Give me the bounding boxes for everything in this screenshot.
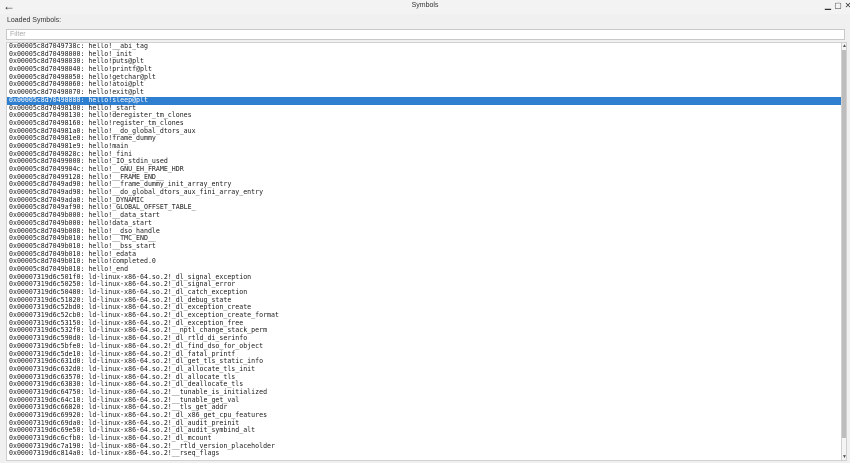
scrollbar-thumb[interactable]	[842, 50, 846, 438]
filter-input[interactable]	[6, 29, 845, 40]
symbol-row[interactable]: 0x00005c8d7049b010: hello!completed.0	[7, 258, 841, 266]
vertical-scrollbar[interactable]: ▲ ▼	[841, 42, 847, 461]
minimize-icon[interactable]: ▁	[823, 0, 833, 12]
symbol-list[interactable]: 0x00005c8d7049738c: hello!__abi_tag 0x000…	[6, 42, 841, 461]
symbol-row[interactable]: 0x00007319d6c814a0: ld-linux-x86-64.so.2…	[7, 450, 841, 458]
symbol-row[interactable]: 0x00005c8d7049738c: hello!__abi_tag	[7, 43, 841, 51]
loaded-symbols-label: Loaded Symbols:	[7, 17, 62, 24]
close-icon[interactable]: ✕	[843, 0, 850, 12]
maximize-icon[interactable]: ▢	[833, 0, 843, 12]
scroll-up-arrow-icon[interactable]: ▲	[842, 43, 847, 49]
window-title: Symbols	[411, 2, 439, 9]
scroll-down-arrow-icon[interactable]: ▼	[842, 454, 847, 460]
symbol-row[interactable]: 0x00005c8d704981e9: hello!main	[7, 142, 841, 151]
symbol-row[interactable]: 0x00005c8d704981e0: hello!frame_dummy	[7, 135, 841, 143]
title-bar: ← Symbols ▁ ▢ ✕	[0, 0, 850, 14]
